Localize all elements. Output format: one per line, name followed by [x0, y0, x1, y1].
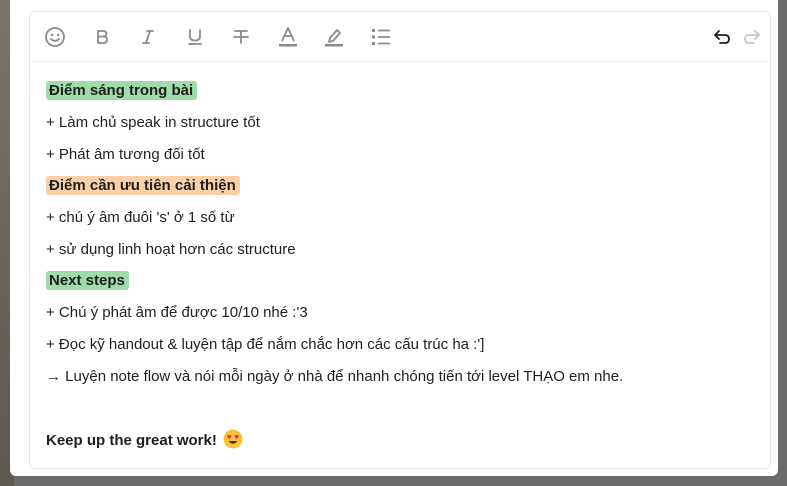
heart-eyes-emoji-icon — [223, 429, 243, 449]
improve-item-2: + sử dụng linh hoạt hơn các structure — [46, 241, 296, 258]
emoji-button[interactable] — [42, 24, 68, 50]
next-item-3: → Luyện note flow và nói mỗi ngày ở nhà … — [46, 368, 624, 385]
undo-button[interactable] — [709, 24, 735, 50]
improve-heading: Điểm cần ưu tiên cải thiện — [46, 176, 240, 195]
next-heading-line: Next steps — [46, 270, 129, 292]
undo-icon — [714, 30, 730, 44]
underline-button[interactable] — [182, 24, 208, 50]
bold-icon — [97, 30, 108, 44]
editor-toolbar — [30, 12, 770, 62]
redo-icon — [744, 30, 760, 44]
strengths-heading-line: Điểm sáng trong bài — [46, 80, 198, 102]
closing-line: Keep up the great work! — [46, 429, 243, 451]
strikethrough-icon — [233, 30, 249, 44]
improve-heading-line: Điểm cần ưu tiên cải thiện — [46, 175, 240, 197]
redo-button[interactable] — [739, 24, 765, 50]
rich-text-editor: Điểm sáng trong bài + Làm chủ speak in s… — [29, 11, 771, 469]
italic-button[interactable] — [135, 24, 161, 50]
next-item-2: + Đọc kỹ handout & luyện tập để nắm chắc… — [46, 336, 485, 353]
highlight-icon — [325, 29, 343, 47]
bold-button[interactable] — [89, 24, 115, 50]
text-color-icon — [279, 27, 297, 47]
emoji-icon — [45, 27, 65, 47]
bullet-list-button[interactable] — [368, 24, 394, 50]
next-steps-heading: Next steps — [46, 271, 129, 290]
underline-icon — [188, 29, 202, 45]
italic-icon — [142, 30, 154, 44]
text-color-button[interactable] — [275, 24, 301, 50]
closing-text: Keep up the great work! — [46, 432, 217, 449]
highlight-button[interactable] — [321, 24, 347, 50]
improve-item-1: + chú ý âm đuôi 's' ở 1 số từ — [46, 209, 235, 226]
next-item-1: + Chú ý phát âm để được 10/10 nhé :'3 — [46, 304, 308, 321]
strikethrough-button[interactable] — [228, 24, 254, 50]
feedback-dialog: Điểm sáng trong bài + Làm chủ speak in s… — [10, 0, 778, 476]
strengths-heading: Điểm sáng trong bài — [46, 81, 198, 100]
bullet-list-icon — [372, 29, 390, 45]
strength-item-2: + Phát âm tương đối tốt — [46, 146, 205, 163]
strength-item-1: + Làm chủ speak in structure tốt — [46, 114, 260, 131]
